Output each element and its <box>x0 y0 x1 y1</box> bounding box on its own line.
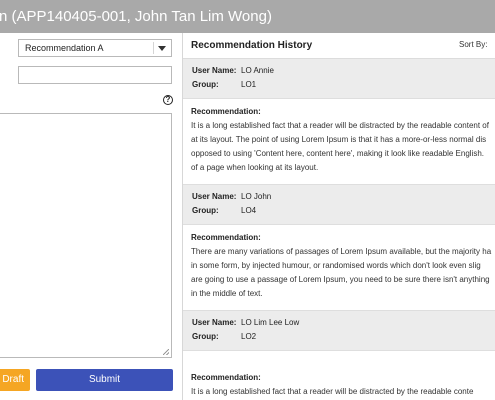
group-row: Group: LO1 <box>192 80 256 89</box>
recommendation-text-line: of a page when looking at its layout. <box>191 163 319 172</box>
sort-by-control[interactable]: Sort By: <box>459 40 487 49</box>
recommendation-select-value: Recommendation A <box>25 43 104 53</box>
recommendation-text-line: It is a long established fact that a rea… <box>191 387 474 396</box>
help-icon[interactable]: ? <box>163 95 173 105</box>
user-name-row: User Name: LO Annie <box>192 66 274 75</box>
group-value: LO2 <box>241 332 257 341</box>
group-row: Group: LO4 <box>192 206 256 215</box>
history-entry-header: User Name: LO Annie Group: LO1 <box>183 59 495 99</box>
recommendation-text-line: in some form, by injected humour, or ran… <box>191 261 481 270</box>
recommendation-text-line: are going to use a passage of Lorem Ipsu… <box>191 275 490 284</box>
user-name-label: User Name: <box>192 192 237 201</box>
group-label: Group: <box>192 206 219 215</box>
save-draft-button[interactable]: Draft <box>0 369 30 391</box>
submit-label: Submit <box>88 374 121 385</box>
submit-button[interactable]: Submit <box>36 369 173 391</box>
save-draft-label: Draft <box>2 374 24 385</box>
chevron-down-icon[interactable] <box>158 46 166 51</box>
user-name-row: User Name: LO Lim Lee Low <box>192 318 299 327</box>
recommendation-text-line: opposed to using 'Content here, content … <box>191 149 485 158</box>
history-title: Recommendation History <box>191 40 313 51</box>
recommendation-text-line: There are many variations of passages of… <box>191 247 492 256</box>
group-row: Group: LO2 <box>192 332 256 341</box>
recommendation-text-line: at its layout. The point of using Lorem … <box>191 135 487 144</box>
recommendation-text-line: in the middle of text. <box>191 289 263 298</box>
resize-grip-icon[interactable] <box>163 349 169 355</box>
text-input[interactable] <box>18 66 172 84</box>
window-titlebar: n (APP140405-001, John Tan Lim Wong) <box>0 0 495 33</box>
user-name-value: LO Lim Lee Low <box>241 318 300 327</box>
recommendation-label: Recommendation: <box>191 233 261 242</box>
group-label: Group: <box>192 80 219 89</box>
recommendation-label: Recommendation: <box>191 107 261 116</box>
window-title: n (APP140405-001, John Tan Lim Wong) <box>0 8 272 25</box>
user-name-label: User Name: <box>192 66 237 75</box>
group-value: LO4 <box>241 206 257 215</box>
recommendation-label: Recommendation: <box>191 373 261 382</box>
history-header: Recommendation History Sort By: <box>183 33 495 59</box>
user-name-row: User Name: LO John <box>192 192 271 201</box>
recommendation-text-line: It is a long established fact that a rea… <box>191 121 489 130</box>
user-name-value: LO John <box>241 192 272 201</box>
group-label: Group: <box>192 332 219 341</box>
select-separator <box>153 42 154 54</box>
recommendation-textarea[interactable] <box>0 113 172 358</box>
group-value: LO1 <box>241 80 257 89</box>
help-glyph: ? <box>165 95 171 104</box>
history-entry-header: User Name: LO Lim Lee Low Group: LO2 <box>183 310 495 351</box>
user-name-value: LO Annie <box>241 66 274 75</box>
user-name-label: User Name: <box>192 318 237 327</box>
recommendation-select[interactable]: Recommendation A <box>18 39 172 57</box>
history-entry-header: User Name: LO John Group: LO4 <box>183 184 495 225</box>
